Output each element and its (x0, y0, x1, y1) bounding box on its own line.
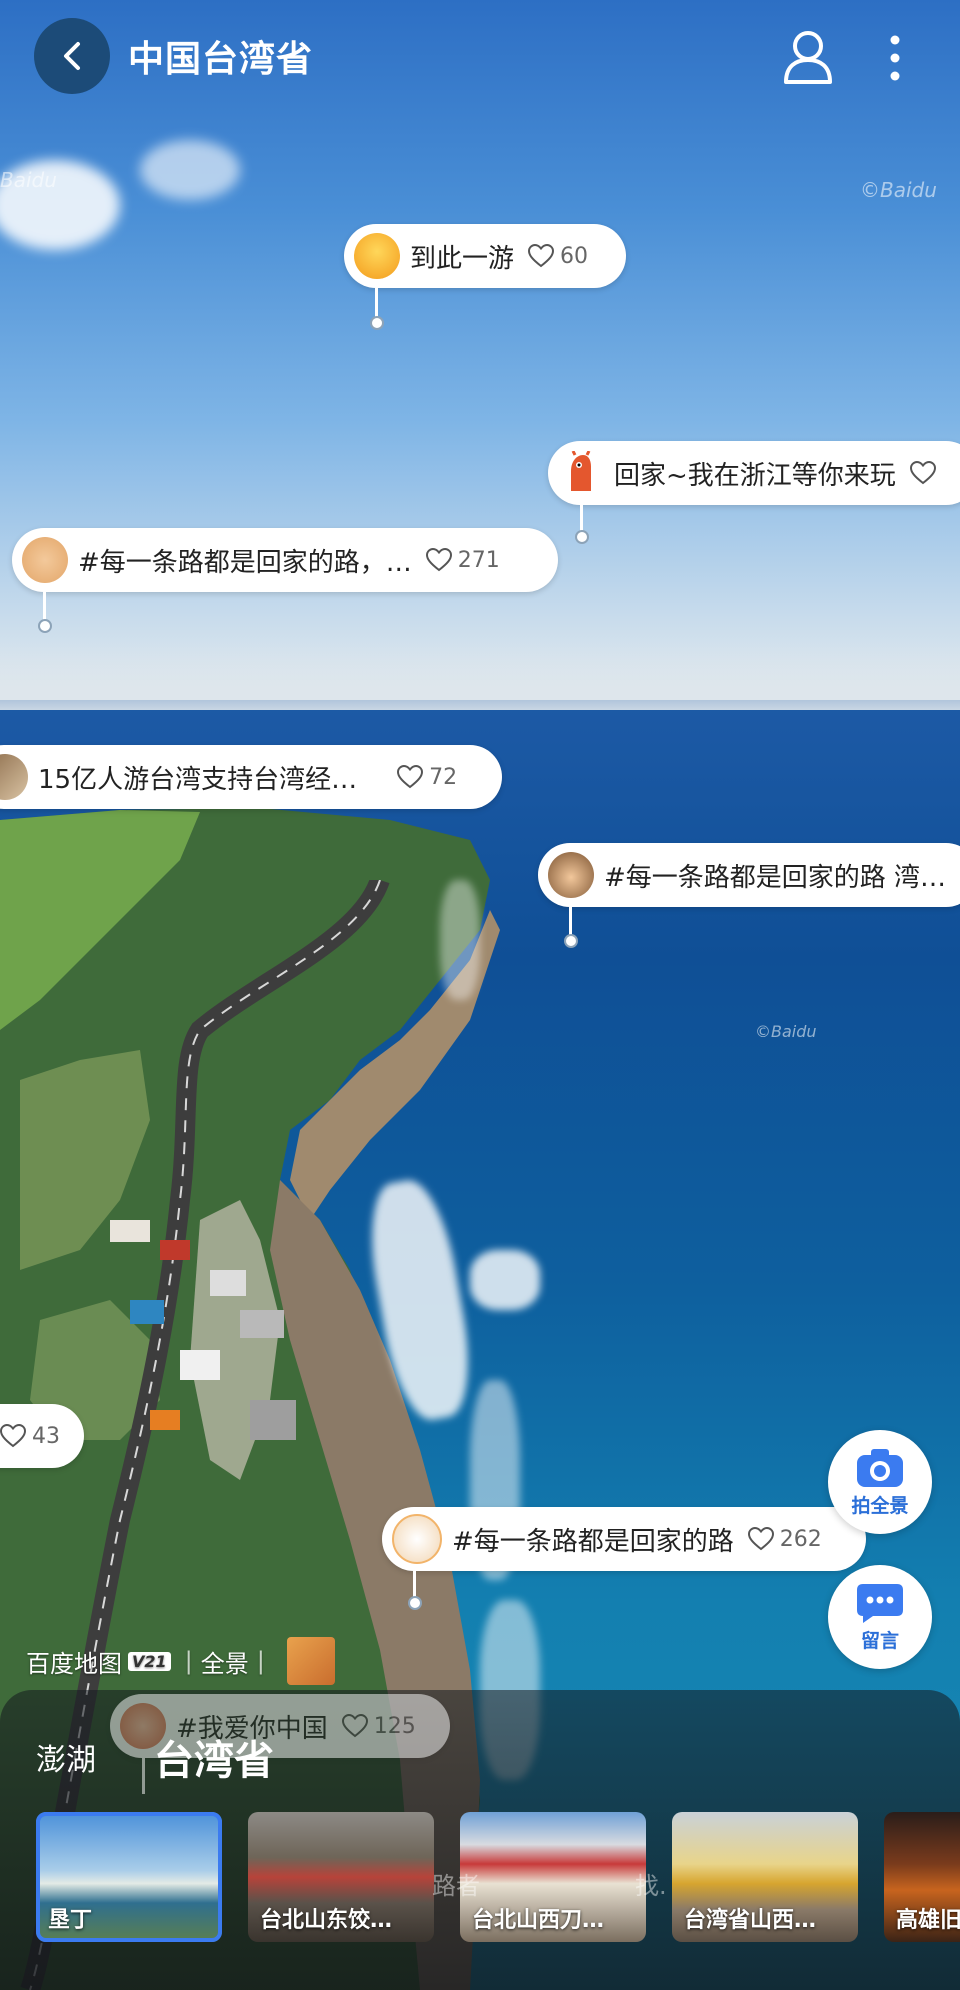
heart-icon (341, 1714, 368, 1738)
like-button[interactable]: 43 (0, 1424, 60, 1449)
scenic-spot-card[interactable]: 台北山东饺… (248, 1812, 434, 1942)
bubble-stem (569, 907, 572, 937)
overlay-text: 找. (635, 1872, 667, 1900)
region-tab-taiwan[interactable]: 台湾省 (154, 1728, 274, 1786)
like-button[interactable]: 72 (397, 765, 457, 790)
comment-bubble[interactable]: 到此一游 60 (344, 224, 626, 288)
scenic-spot-card[interactable]: 高雄旧 (884, 1812, 960, 1942)
like-count: 60 (560, 243, 589, 269)
cloud (140, 140, 240, 200)
heart-icon (0, 1424, 26, 1448)
divider: | (184, 1647, 193, 1675)
sun-avatar (354, 233, 400, 279)
comment-bubble[interactable]: 回家~我在浙江等你来玩 (548, 441, 960, 505)
spot-caption: 台北山西刀… (472, 1908, 605, 1933)
comment-text: 15亿人游台湾支持台湾经… (38, 764, 358, 795)
surf (440, 880, 480, 1000)
comment-bubble[interactable]: 43 (0, 1404, 84, 1468)
heart-icon (747, 1527, 774, 1551)
like-count: 43 (32, 1423, 60, 1449)
like-button[interactable] (909, 461, 942, 485)
heart-icon (425, 548, 452, 572)
comment-text: 到此一游 (410, 243, 515, 274)
overlay-text: 路者 (432, 1872, 480, 1900)
spot-caption: 台湾省山西… (684, 1908, 817, 1933)
bear-avatar (22, 537, 68, 583)
person-avatar (0, 754, 28, 800)
camera-icon (857, 1448, 903, 1487)
spot-caption: 垦丁 (48, 1908, 93, 1933)
chat-bubble-icon (857, 1583, 903, 1623)
comment-bubble[interactable]: #每一条路都是回家的路 湾… (538, 843, 960, 907)
scenic-spot-card[interactable]: 台湾省山西… (672, 1812, 858, 1942)
cat-avatar (392, 1514, 442, 1564)
map-credit: 百度地图 V21 | 全景 | (26, 1637, 335, 1685)
comment-bubble[interactable]: #每一条路都是回家的路 262 (382, 1507, 866, 1571)
divider: | (256, 1647, 265, 1675)
horizon-haze (0, 640, 960, 710)
bubble-stem (142, 1758, 145, 1794)
brand-name: 百度地图 (26, 1649, 122, 1678)
spot-caption: 台北山东饺… (260, 1908, 393, 1933)
bubble-stem (580, 505, 583, 533)
surf (470, 1250, 540, 1310)
top-bar: 中国台湾省 (0, 0, 960, 112)
alpaca-avatar (558, 450, 604, 496)
watermark: ©Baidu (860, 178, 937, 202)
user-icon (784, 31, 832, 84)
like-count: 125 (373, 1713, 416, 1739)
bubble-stem (413, 1571, 416, 1599)
scenic-spot-carousel[interactable]: 垦丁 台北山东饺… 台北山西刀… 台湾省山西… 高雄旧 (36, 1812, 960, 1942)
like-button[interactable]: 262 (747, 1526, 822, 1552)
like-button[interactable]: 271 (425, 547, 500, 573)
boy-avatar (548, 852, 594, 898)
version-badge: V21 (128, 1651, 171, 1671)
bubble-anchor (575, 530, 589, 544)
like-button[interactable]: 60 (528, 244, 588, 269)
message-button[interactable]: 留言 (828, 1565, 932, 1669)
heart-icon (909, 461, 936, 485)
comment-text: 回家~我在浙江等你来玩 (614, 460, 896, 491)
bubble-anchor (408, 1596, 422, 1610)
contributor-avatar[interactable] (286, 1637, 335, 1685)
profile-button[interactable] (780, 26, 836, 86)
region-tab-penghu[interactable]: 澎湖 (36, 1735, 96, 1779)
bubble-anchor (38, 619, 52, 633)
spot-caption: 高雄旧 (896, 1908, 960, 1933)
take-panorama-button[interactable]: 拍全景 (828, 1430, 932, 1534)
like-count: 72 (429, 764, 458, 790)
comment-bubble[interactable]: 15亿人游台湾支持台湾经… 72 (0, 745, 502, 809)
page-title: 中国台湾省 (128, 39, 314, 80)
scenic-spot-card[interactable]: 台北山西刀… (460, 1812, 646, 1942)
scenic-spot-card[interactable]: 垦丁 (36, 1812, 222, 1942)
message-label: 留言 (860, 1629, 899, 1652)
more-vertical-icon (890, 35, 900, 81)
bubble-anchor (370, 316, 384, 330)
comment-text: #每一条路都是回家的路，… (78, 547, 412, 578)
chevron-left-icon (64, 42, 80, 70)
heart-icon (528, 244, 555, 268)
comment-bubble[interactable]: #每一条路都是回家的路，… 271 (12, 528, 558, 592)
take-panorama-label: 拍全景 (851, 1494, 909, 1517)
bubble-anchor (564, 934, 578, 948)
mode-label: 全景 (200, 1649, 249, 1678)
village (110, 1220, 296, 1440)
bubble-stem (43, 592, 46, 622)
like-button[interactable]: 125 (341, 1713, 416, 1739)
like-count: 262 (779, 1526, 822, 1552)
more-options-button[interactable] (880, 30, 910, 86)
back-button[interactable] (34, 18, 110, 94)
like-count: 271 (457, 547, 500, 573)
comment-text: #每一条路都是回家的路 湾… (604, 862, 947, 893)
watermark: Baidu (0, 168, 57, 192)
comment-text: #每一条路都是回家的路 (452, 1526, 734, 1557)
heart-icon (397, 765, 424, 789)
